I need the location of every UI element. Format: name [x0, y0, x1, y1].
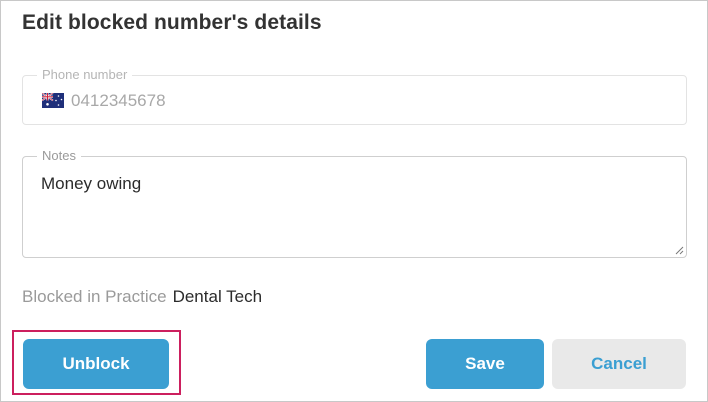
resize-handle-icon[interactable]	[674, 245, 684, 255]
cancel-button[interactable]: Cancel	[552, 339, 686, 389]
phone-number-value: 0412345678	[71, 91, 166, 110]
unblock-button[interactable]: Unblock	[23, 339, 169, 389]
blocked-in-practice-label: Blocked in Practice	[22, 287, 167, 306]
save-button[interactable]: Save	[426, 339, 544, 389]
notes-field[interactable]: Notes Money owing	[22, 148, 687, 258]
australia-flag-icon	[42, 93, 64, 108]
blocked-in-practice-row: Blocked in Practice Dental Tech	[22, 287, 262, 307]
notes-label: Notes	[37, 148, 81, 164]
notes-value[interactable]: Money owing	[41, 174, 141, 194]
blocked-in-practice-value: Dental Tech	[172, 287, 263, 306]
dialog-title: Edit blocked number's details	[22, 11, 322, 34]
phone-number-field: Phone number 0412345678	[22, 67, 687, 125]
phone-number-label: Phone number	[37, 67, 133, 83]
edit-blocked-number-dialog: Edit blocked number's details Phone numb…	[0, 0, 708, 402]
